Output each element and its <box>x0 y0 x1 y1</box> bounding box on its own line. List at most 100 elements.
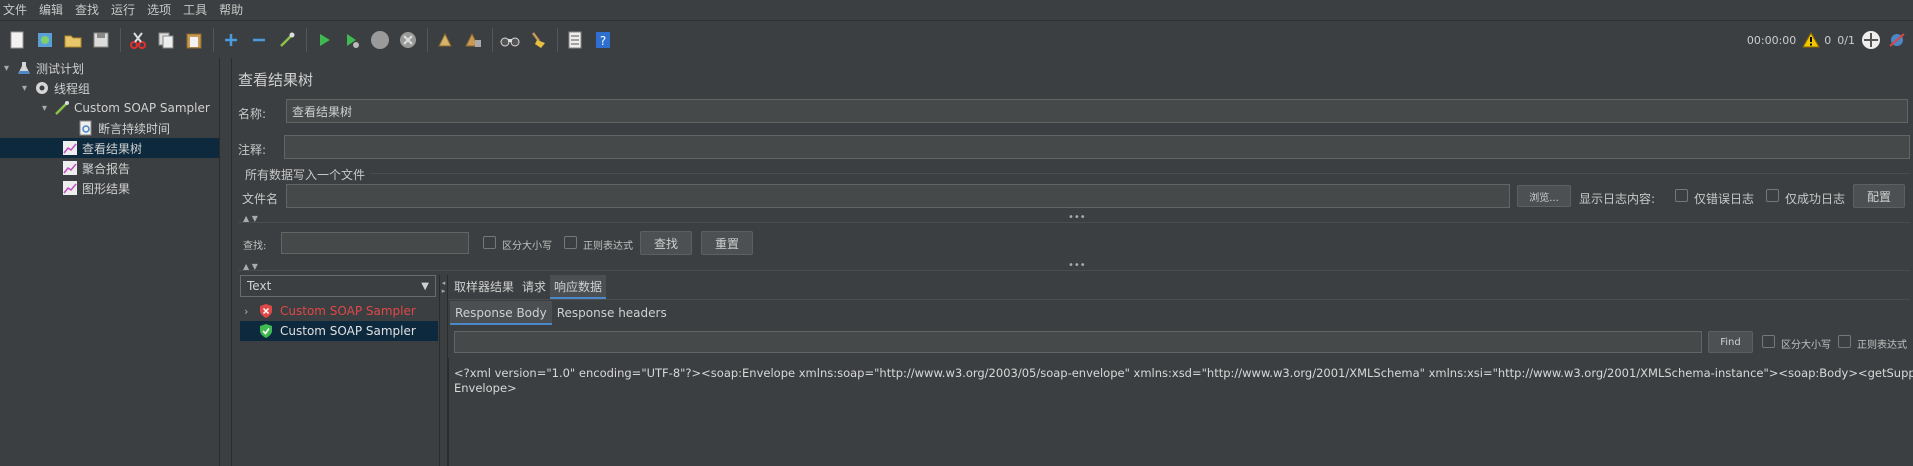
menu-file[interactable]: 文件 <box>0 0 33 20</box>
chevron-down-icon[interactable]: ▾ <box>4 63 16 74</box>
splitter-line <box>238 270 1910 271</box>
menu-search[interactable]: 查找 <box>69 0 105 20</box>
chevron-down-icon[interactable]: ▾ <box>22 83 34 94</box>
tree-label: 测试计划 <box>36 61 85 76</box>
toolbar-separator <box>557 27 558 52</box>
body-regex-label: 正则表达式 <box>1857 340 1907 351</box>
write-all-label: 所有数据写入一个文件 <box>245 168 366 182</box>
regex-checkbox[interactable] <box>564 236 577 249</box>
success-only-checkbox[interactable] <box>1766 189 1779 202</box>
toolbar-separator <box>213 27 214 52</box>
tree-splitter[interactable] <box>220 58 232 466</box>
body-search-input[interactable] <box>454 331 1702 353</box>
tree-label: 查看结果树 <box>82 141 143 156</box>
new-icon[interactable] <box>6 29 28 51</box>
search-input[interactable] <box>281 232 469 254</box>
splitter-line <box>238 222 1910 223</box>
menu-tools[interactable]: 工具 <box>177 0 213 20</box>
pipette-icon <box>54 100 70 116</box>
config-button[interactable]: 配置 <box>1853 184 1905 208</box>
tree-node-view-results-tree[interactable]: 查看结果树 <box>0 138 219 158</box>
tabs-divider <box>448 299 1910 300</box>
result-item-error[interactable]: › Custom SOAP Sampler <box>240 301 438 321</box>
save-icon[interactable] <box>90 29 112 51</box>
response-body-panel[interactable]: <?xml version="1.0" encoding="UTF-8"?><s… <box>448 358 1913 466</box>
body-regex-checkbox[interactable] <box>1838 335 1851 348</box>
tree-node-thread-group[interactable]: ▾ 线程组 <box>22 78 219 98</box>
tab-response-body[interactable]: Response Body <box>450 301 552 325</box>
open-icon[interactable] <box>62 29 84 51</box>
toolbar-separator <box>492 27 493 52</box>
cut-icon[interactable] <box>127 29 149 51</box>
name-field[interactable]: 查看结果树 <box>286 99 1908 123</box>
chart-icon <box>62 160 78 176</box>
menu-edit[interactable]: 编辑 <box>33 0 69 20</box>
body-case-checkbox[interactable] <box>1762 335 1775 348</box>
tab-sampler-result[interactable]: 取样器结果 <box>450 275 518 299</box>
expand-icon[interactable] <box>220 29 242 51</box>
menu-help[interactable]: 帮助 <box>213 0 249 20</box>
comment-field[interactable] <box>284 135 1910 159</box>
shutdown-icon[interactable] <box>397 29 419 51</box>
tab-response-data[interactable]: 响应数据 <box>550 275 607 299</box>
broom-icon[interactable] <box>527 29 549 51</box>
browse-button[interactable]: 浏览... <box>1517 185 1571 207</box>
help-icon[interactable]: ? <box>592 29 614 51</box>
chevron-down-icon[interactable]: ▼ <box>421 281 429 292</box>
toolbar-status: 00:00:00 0 0/1 <box>1747 21 1913 59</box>
stop-icon[interactable] <box>369 29 391 51</box>
menu-options[interactable]: 选项 <box>141 0 177 20</box>
error-shield-icon <box>260 304 272 318</box>
tree-label: 图形结果 <box>82 181 131 196</box>
function-helper-icon[interactable] <box>564 29 586 51</box>
start-icon[interactable] <box>313 29 335 51</box>
toolbar: ? 00:00:00 0 0/1 <box>0 20 1913 58</box>
case-sensitive-checkbox[interactable] <box>483 236 496 249</box>
warning-count: 0 <box>1824 33 1832 47</box>
tab-request[interactable]: 请求 <box>518 275 550 299</box>
tree-node-test-plan[interactable]: ▾ 测试计划 <box>4 58 219 78</box>
tree-label: 聚合报告 <box>82 161 131 176</box>
copy-icon[interactable] <box>155 29 177 51</box>
details-splitter[interactable]: ◂ ▸ <box>439 275 448 466</box>
chart-icon <box>62 140 78 156</box>
start-no-pause-icon[interactable] <box>341 29 363 51</box>
toolbar-separator <box>427 27 428 52</box>
body-find-button[interactable]: Find <box>1708 331 1753 353</box>
remote-icon[interactable] <box>1887 30 1907 50</box>
regex-label: 正则表达式 <box>583 241 633 252</box>
clear-icon[interactable] <box>434 29 456 51</box>
tree-node-assertion[interactable]: 断言持续时间 <box>78 118 219 138</box>
tree-node-aggregate-report[interactable]: 聚合报告 <box>62 158 219 178</box>
renderer-value: Text <box>247 279 272 293</box>
chart-icon <box>62 180 78 196</box>
chevron-right-icon[interactable]: › <box>240 305 258 318</box>
binoculars-icon[interactable] <box>499 29 521 51</box>
clear-all-icon[interactable] <box>462 29 484 51</box>
toolbar-separator <box>120 27 121 52</box>
collapse-icon[interactable] <box>248 29 270 51</box>
flask-icon <box>16 60 32 76</box>
results-list-panel: Text ▼ › Custom SOAP Sampler Custom SOAP… <box>240 275 438 466</box>
tab-response-headers[interactable]: Response headers <box>552 301 672 325</box>
log-viewer-icon[interactable] <box>1861 30 1881 50</box>
reset-button[interactable]: 重置 <box>701 231 753 255</box>
find-button[interactable]: 查找 <box>640 231 692 255</box>
success-shield-icon <box>260 324 272 338</box>
filename-field[interactable] <box>286 184 1510 208</box>
gear-icon <box>34 80 50 96</box>
result-item-success[interactable]: Custom SOAP Sampler <box>240 321 438 341</box>
svg-text:?: ? <box>600 34 606 48</box>
paste-icon[interactable] <box>183 29 205 51</box>
renderer-select[interactable]: Text ▼ <box>240 275 436 297</box>
toolbar-separator <box>306 27 307 52</box>
response-subtabs: Response Body Response headers <box>450 301 672 325</box>
menu-run[interactable]: 运行 <box>105 0 141 20</box>
tree-node-graph-results[interactable]: 图形结果 <box>62 178 219 198</box>
chevron-down-icon[interactable]: ▾ <box>42 103 54 114</box>
templates-icon[interactable] <box>34 29 56 51</box>
toggle-icon[interactable] <box>276 29 298 51</box>
warning-icon[interactable] <box>1802 32 1821 48</box>
tree-node-sampler[interactable]: ▾ Custom SOAP Sampler <box>42 98 219 118</box>
errors-only-checkbox[interactable] <box>1675 189 1688 202</box>
